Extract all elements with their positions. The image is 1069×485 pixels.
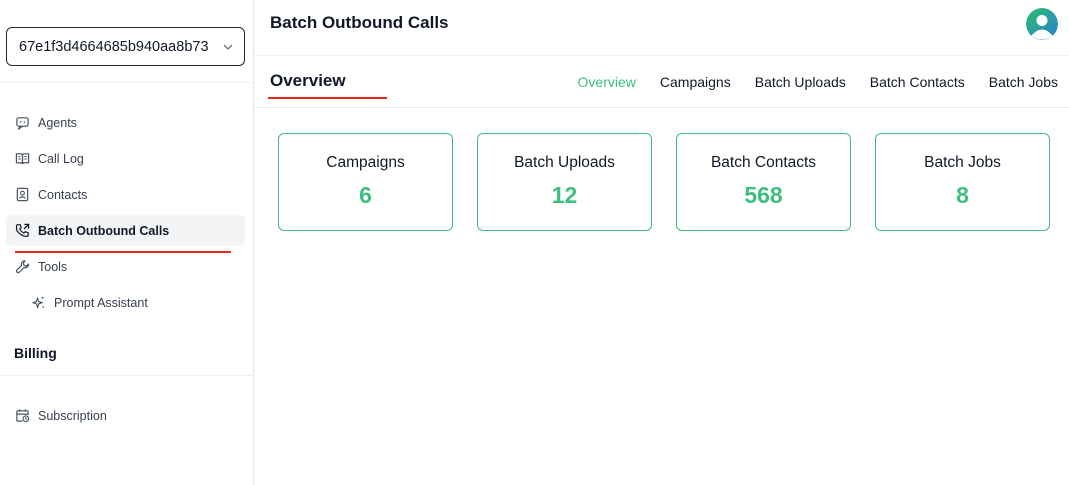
stat-value: 6	[359, 182, 372, 208]
sidebar-item-label: Prompt Assistant	[54, 295, 148, 310]
tab-batch-jobs[interactable]: Batch Jobs	[989, 74, 1058, 90]
sidebar-item-label: Agents	[38, 115, 77, 130]
section-title: Overview	[270, 71, 346, 90]
stat-card-campaigns: Campaigns 6	[278, 133, 453, 231]
sidebar-item-label: Tools	[38, 259, 68, 274]
tab-campaigns[interactable]: Campaigns	[660, 74, 731, 90]
stat-label: Batch Jobs	[924, 154, 1001, 171]
sidebar-item-tools[interactable]: Tools	[6, 251, 245, 282]
sidebar-item-agents[interactable]: Agents	[6, 107, 245, 138]
tab-overview[interactable]: Overview	[578, 74, 636, 90]
sidebar-item-label: Subscription	[38, 408, 107, 423]
sidebar-item-label: Call Log	[38, 151, 84, 166]
sparkles-icon	[30, 295, 46, 311]
stat-label: Campaigns	[326, 154, 405, 171]
stat-value: 568	[744, 182, 783, 208]
stat-label: Batch Contacts	[710, 154, 817, 171]
tab-batch-uploads[interactable]: Batch Uploads	[755, 74, 846, 90]
sidebar-item-call-log[interactable]: Call Log	[6, 143, 245, 174]
stat-value: 8	[956, 182, 969, 208]
section-title-underline	[268, 97, 387, 99]
sidebar-item-label: Batch Outbound Calls	[38, 223, 170, 238]
user-avatar[interactable]	[1026, 8, 1058, 40]
calendar-clock-icon	[14, 408, 30, 424]
agent-chat-icon	[14, 115, 30, 131]
header-divider	[254, 55, 1069, 56]
sidebar-item-prompt-assistant[interactable]: Prompt Assistant	[6, 287, 245, 318]
stat-card-batch-contacts: Batch Contacts 568	[676, 133, 851, 231]
stat-card-batch-jobs: Batch Jobs 8	[875, 133, 1050, 231]
org-id-value: 67e1f3d4664685b940aa8b73	[19, 38, 209, 55]
sidebar-item-batch-outbound-calls[interactable]: Batch Outbound Calls	[6, 215, 245, 246]
stat-card-batch-uploads: Batch Uploads 12	[477, 133, 652, 231]
wrench-icon	[14, 259, 30, 275]
stat-value: 12	[551, 182, 578, 208]
tab-bar: Overview Campaigns Batch Uploads Batch C…	[578, 74, 1058, 90]
tab-batch-contacts[interactable]: Batch Contacts	[870, 74, 965, 90]
sidebar-item-subscription[interactable]: Subscription	[6, 400, 245, 431]
billing-section-title: Billing	[14, 345, 57, 361]
tab-divider	[254, 107, 1069, 108]
sidebar-item-contacts[interactable]: Contacts	[6, 179, 245, 210]
phone-outgoing-icon	[14, 223, 30, 239]
sidebar-divider	[0, 82, 254, 83]
stat-label: Batch Uploads	[514, 154, 615, 171]
contact-card-icon	[14, 187, 30, 203]
book-icon	[14, 151, 30, 167]
chevron-down-icon	[223, 44, 233, 50]
page-title: Batch Outbound Calls	[270, 13, 449, 32]
org-selector[interactable]: 67e1f3d4664685b940aa8b73	[6, 27, 245, 66]
sidebar: 67e1f3d4664685b940aa8b73 Agents Call Log…	[0, 0, 254, 485]
sidebar-item-label: Contacts	[38, 187, 88, 202]
user-avatar-icon	[1026, 8, 1058, 40]
sidebar-divider	[0, 375, 254, 376]
